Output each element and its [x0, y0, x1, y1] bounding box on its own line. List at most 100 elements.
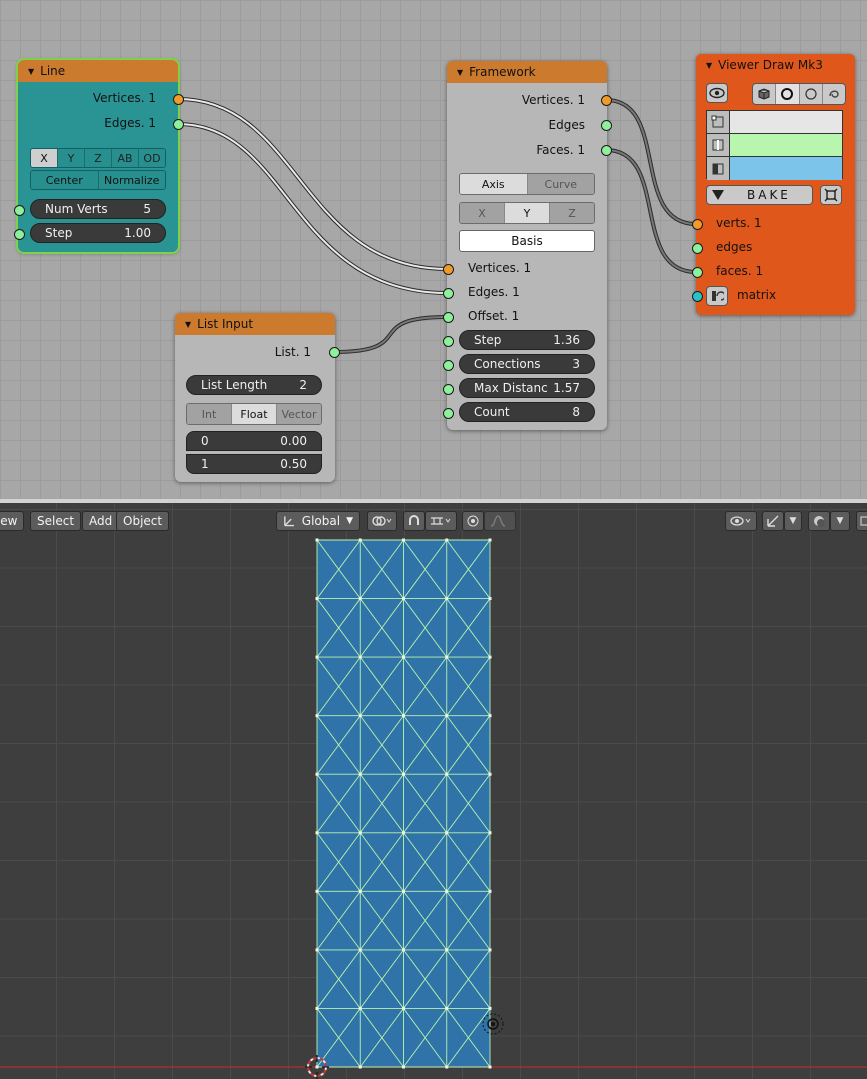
center-toggle[interactable]: Center	[31, 171, 99, 189]
viewer-in-edges-label: edges	[716, 240, 753, 254]
normalize-toggle[interactable]: Normalize	[98, 171, 165, 189]
line-out-edges-socket[interactable]	[173, 119, 184, 130]
framework-out-edges-socket[interactable]	[601, 120, 612, 131]
conections-value: 3	[572, 357, 580, 371]
mesh-vertex	[358, 889, 362, 893]
line-dir-ab-button[interactable]: AB	[112, 149, 139, 167]
bake-options-icon[interactable]	[820, 185, 842, 205]
basis-field[interactable]: Basis	[459, 230, 595, 252]
num-verts-value: 5	[143, 202, 151, 216]
framework-in-edges-socket[interactable]	[443, 288, 454, 299]
list-item-value: 0.00	[280, 434, 307, 448]
type-int-button[interactable]: Int	[187, 404, 232, 424]
collapse-triangle-icon[interactable]: ▼	[457, 68, 463, 77]
mesh-vertex	[488, 772, 492, 776]
viewer-node-header[interactable]: ▼ Viewer Draw Mk3	[696, 54, 855, 76]
line-node[interactable]: ▼ Line Vertices. 1 Edges. 1 X Y Z AB OD …	[14, 58, 184, 254]
num-verts-field[interactable]: Num Verts 5	[30, 199, 166, 219]
cube-icon[interactable]	[753, 84, 777, 104]
smooth-shade-icon[interactable]	[823, 84, 845, 104]
eye-icon[interactable]	[706, 83, 728, 103]
step-socket[interactable]	[14, 229, 25, 240]
framework-in-vertices-socket[interactable]	[443, 264, 454, 275]
wire-circle-icon[interactable]	[776, 84, 800, 104]
conections-socket[interactable]	[443, 360, 454, 371]
framework-node[interactable]: ▼ Framework Vertices. 1 Edges Faces. 1 A…	[443, 61, 612, 430]
framework-step-socket[interactable]	[443, 336, 454, 347]
mesh-vertex	[402, 714, 405, 718]
list-item-field[interactable]: 0 0.00	[186, 431, 322, 451]
conections-field[interactable]: Conections 3	[459, 354, 595, 374]
viewer-draw-node[interactable]: ▼ Viewer Draw Mk3 BAKE verts. 1 edges fa…	[692, 54, 855, 315]
viewer-in-matrix-socket[interactable]	[692, 291, 703, 302]
line-direction-selector[interactable]: X Y Z AB OD	[30, 148, 166, 168]
mesh-vertex	[358, 597, 362, 601]
collapse-triangle-icon[interactable]: ▼	[706, 61, 712, 70]
list-length-field[interactable]: List Length 2	[186, 375, 322, 395]
mesh-vertex	[445, 889, 449, 893]
edge-color-row[interactable]	[707, 134, 842, 157]
line-node-header[interactable]: ▼ Line	[18, 60, 178, 82]
axis-z-button[interactable]: Z	[550, 203, 594, 223]
3d-viewport[interactable]: View Select Add Object Global ▼ ▼ ▼	[0, 503, 867, 1079]
collapse-triangle-icon[interactable]: ▼	[185, 320, 191, 329]
line-dir-od-button[interactable]: OD	[139, 149, 165, 167]
link-faces-to-viewer	[604, 148, 698, 274]
count-value: 8	[572, 405, 580, 419]
num-verts-label: Num Verts	[45, 202, 108, 216]
framework-step-field[interactable]: Step 1.36	[459, 330, 595, 350]
max-distance-field[interactable]: Max Distanc 1.57	[459, 378, 595, 398]
sphere-icon[interactable]	[800, 84, 823, 104]
num-verts-socket[interactable]	[14, 205, 25, 216]
line-dir-z-button[interactable]: Z	[85, 149, 112, 167]
mesh-vertex	[402, 1065, 405, 1069]
mesh-vertex	[445, 655, 449, 659]
type-float-button[interactable]: Float	[232, 404, 277, 424]
face-color-swatch[interactable]	[730, 157, 842, 180]
line-dir-y-button[interactable]: Y	[58, 149, 85, 167]
framework-out-vertices-socket[interactable]	[601, 95, 612, 106]
mesh-vertex	[445, 538, 449, 542]
count-field[interactable]: Count 8	[459, 402, 595, 422]
framework-node-header[interactable]: ▼ Framework	[447, 61, 607, 83]
vertex-color-swatch[interactable]	[730, 111, 842, 133]
viewer-in-verts-socket[interactable]	[692, 219, 703, 230]
vertex-color-row[interactable]	[707, 111, 842, 134]
mesh-vertex	[358, 538, 362, 542]
list-type-selector[interactable]: Int Float Vector	[186, 403, 322, 425]
line-dir-x-button[interactable]: X	[31, 149, 58, 167]
line-out-vertices-socket[interactable]	[173, 94, 184, 105]
count-socket[interactable]	[443, 408, 454, 419]
framework-mode-selector[interactable]: Axis Curve	[459, 173, 595, 195]
bake-button[interactable]: BAKE	[706, 185, 813, 205]
list-item-index: 1	[201, 457, 209, 471]
viewer-in-edges-socket[interactable]	[692, 243, 703, 254]
face-color-row[interactable]	[707, 157, 842, 180]
node-editor[interactable]: ▼ Line Vertices. 1 Edges. 1 X Y Z AB OD …	[0, 0, 867, 503]
mesh-vertex	[402, 655, 405, 659]
matrix-icon[interactable]	[706, 286, 728, 306]
axis-y-button[interactable]: Y	[505, 203, 550, 223]
list-item-field[interactable]: 1 0.50	[186, 454, 322, 474]
list-input-node-header[interactable]: ▼ List Input	[175, 313, 335, 335]
type-vector-button[interactable]: Vector	[277, 404, 321, 424]
list-out-socket[interactable]	[329, 347, 340, 358]
mesh-vertex	[402, 831, 405, 835]
axis-x-button[interactable]: X	[460, 203, 505, 223]
collapse-triangle-icon[interactable]: ▼	[28, 67, 34, 76]
mesh-vertex	[358, 1006, 362, 1010]
framework-axis-selector[interactable]: X Y Z	[459, 202, 595, 224]
framework-in-offset-socket[interactable]	[443, 312, 454, 323]
max-distance-socket[interactable]	[443, 384, 454, 395]
link-list-to-offset	[332, 315, 449, 354]
curve-mode-button[interactable]: Curve	[527, 174, 594, 194]
framework-out-faces-socket[interactable]	[601, 145, 612, 156]
mesh-vertex	[358, 1065, 362, 1069]
list-input-node[interactable]: ▼ List Input List. 1 List Length 2 Int F…	[175, 313, 340, 482]
viewer-in-faces-socket[interactable]	[692, 267, 703, 278]
line-mode-toggles[interactable]: Center Normalize	[30, 170, 166, 190]
axis-mode-button[interactable]: Axis	[460, 174, 528, 194]
line-step-field[interactable]: Step 1.00	[30, 223, 166, 243]
edge-color-swatch[interactable]	[730, 134, 842, 156]
display-mode-toggles[interactable]	[752, 83, 846, 105]
